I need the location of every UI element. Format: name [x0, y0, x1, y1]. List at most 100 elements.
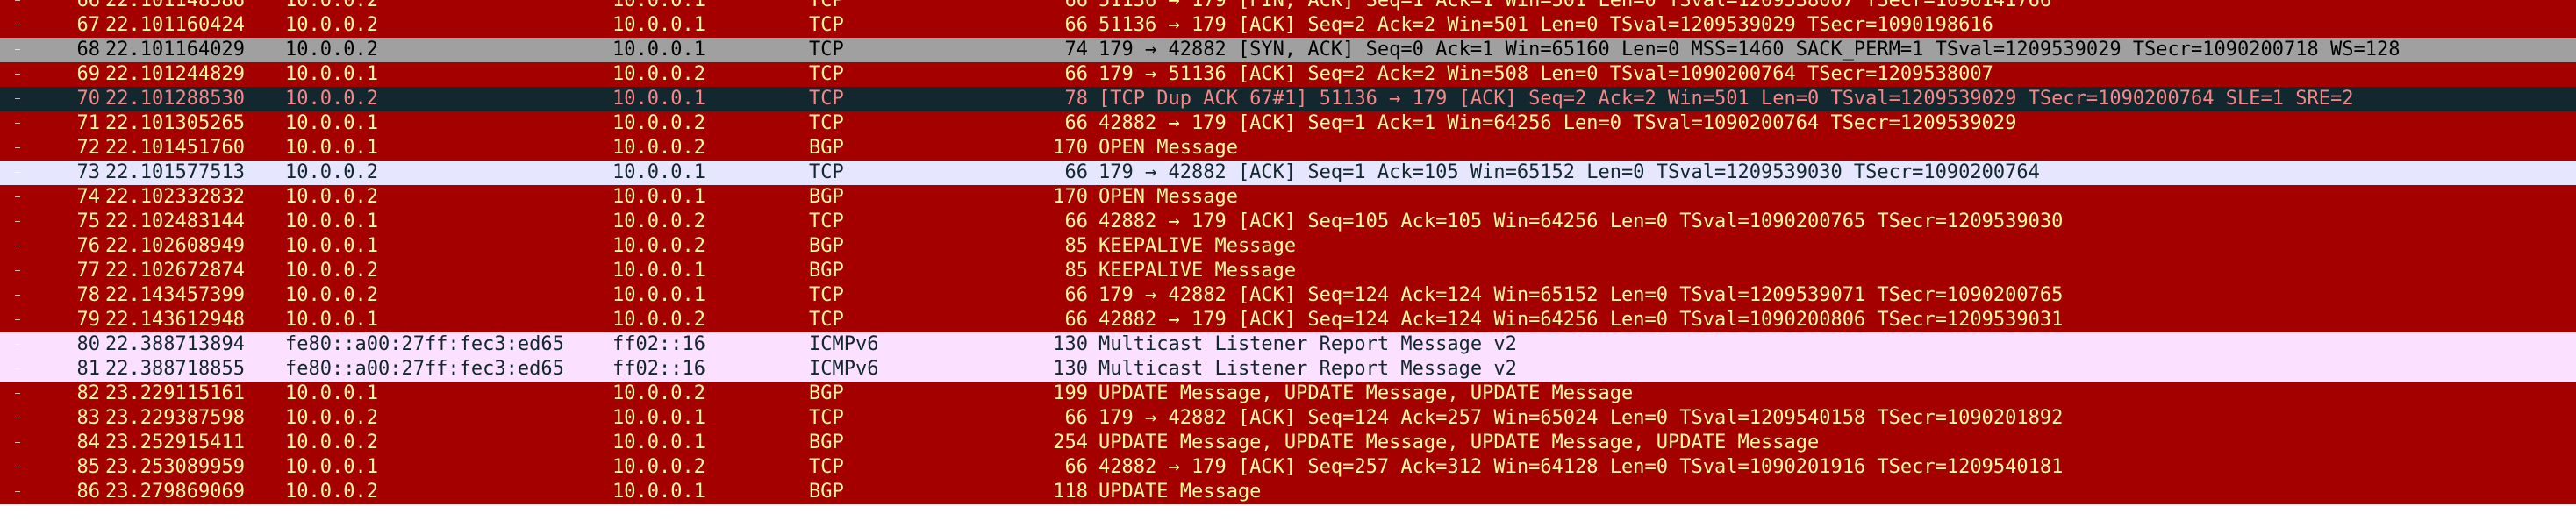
packet-length: 254 [1053, 432, 1088, 453]
packet-row[interactable]: 69 22.101244829 10.0.0.1 10.0.0.2 TCP 66 179 →… [0, 62, 2576, 87]
packet-length: 130 [1053, 358, 1088, 380]
packet-row[interactable]: 76 22.102608949 10.0.0.1 10.0.0.2 BGP 85 KEEPA… [0, 234, 2576, 259]
packet-protocol: BGP [809, 382, 844, 404]
packet-number: 72 [76, 137, 101, 159]
packet-destination: 10.0.0.1 [612, 407, 705, 429]
packet-info: OPEN Message [1098, 186, 1238, 208]
packet-time: 23.252915411 [105, 432, 245, 453]
packet-source: 10.0.0.2 [285, 481, 378, 503]
packet-row[interactable]: 68 22.101164029 10.0.0.2 10.0.0.1 TCP 74 179 →… [0, 38, 2576, 62]
packet-destination: 10.0.0.2 [612, 235, 705, 257]
packet-protocol: TCP [809, 112, 844, 134]
packet-info: 179 → 42882 [SYN, ACK] Seq=0 Ack=1 Win=6… [1098, 39, 2401, 61]
packet-source: 10.0.0.1 [285, 112, 378, 134]
packet-row[interactable]: 72 22.101451760 10.0.0.1 10.0.0.2 BGP 170 OPEN… [0, 136, 2576, 161]
packet-length: 170 [1053, 137, 1088, 159]
packet-row[interactable]: 82 23.229115161 10.0.0.1 10.0.0.2 BGP 199 UPDA… [0, 382, 2576, 406]
packet-row[interactable]: 80 22.388713894 fe80::a00:27ff:fec3:ed65 ff… [0, 332, 2576, 357]
packet-source: 10.0.0.2 [285, 14, 378, 36]
packet-row[interactable]: 79 22.143612948 10.0.0.1 10.0.0.2 TCP 66 42882… [0, 308, 2576, 332]
packet-number: 71 [76, 112, 101, 134]
packet-destination: 10.0.0.2 [612, 137, 705, 159]
packet-number: 80 [76, 333, 101, 355]
packet-row[interactable]: 81 22.388718855 fe80::a00:27ff:fec3:ed65 ff… [0, 357, 2576, 382]
packet-destination: 10.0.0.1 [612, 39, 705, 61]
packet-length: 66 [1064, 284, 1089, 306]
packet-source: 10.0.0.1 [285, 309, 378, 331]
packet-length: 66 [1064, 14, 1089, 36]
packet-protocol: BGP [809, 235, 844, 257]
packet-time: 22.388713894 [105, 333, 245, 355]
packet-info: KEEPALIVE Message [1098, 235, 1297, 257]
packet-time: 22.102672874 [105, 260, 245, 282]
packet-row[interactable]: 83 23.229387598 10.0.0.2 10.0.0.1 TCP 66 179 →… [0, 406, 2576, 431]
packet-row[interactable]: 70 22.101288530 10.0.0.2 10.0.0.1 TCP 78 [TCP … [0, 87, 2576, 111]
packet-protocol: TCP [809, 407, 844, 429]
packet-time: 22.102332832 [105, 186, 245, 208]
packet-row[interactable]: 66 22.101148586 10.0.0.2 10.0.0.1 TCP 66 51136… [0, 0, 2576, 13]
packet-info: 179 → 42882 [ACK] Seq=1 Ack=105 Win=6515… [1098, 161, 2040, 183]
packet-row[interactable]: 71 22.101305265 10.0.0.1 10.0.0.2 TCP 66 42882… [0, 111, 2576, 136]
packet-protocol: TCP [809, 309, 844, 331]
packet-number: 75 [76, 211, 101, 232]
packet-row[interactable]: 85 23.253089959 10.0.0.1 10.0.0.2 TCP 66 42882… [0, 455, 2576, 480]
packet-number: 73 [76, 161, 101, 183]
packet-number: 84 [76, 432, 101, 453]
packet-row[interactable]: 74 22.102332832 10.0.0.2 10.0.0.1 BGP 170 OPEN… [0, 185, 2576, 210]
packet-list[interactable]: 66 22.101148586 10.0.0.2 10.0.0.1 TCP 66 51136… [0, 0, 2576, 521]
packet-row[interactable]: 67 22.101160424 10.0.0.2 10.0.0.1 TCP 66 51136… [0, 13, 2576, 38]
packet-protocol: TCP [809, 88, 844, 110]
packet-number: 67 [76, 14, 101, 36]
packet-source: 10.0.0.2 [285, 407, 378, 429]
packet-time: 22.101164029 [105, 39, 245, 61]
packet-number: 77 [76, 260, 101, 282]
packet-protocol: ICMPv6 [809, 358, 879, 380]
packet-time: 22.101148586 [105, 0, 245, 11]
packet-source: 10.0.0.2 [285, 284, 378, 306]
packet-row[interactable]: 75 22.102483144 10.0.0.1 10.0.0.2 TCP 66 42882… [0, 210, 2576, 234]
packet-row[interactable]: 77 22.102672874 10.0.0.2 10.0.0.1 BGP 85 KEEPA… [0, 259, 2576, 283]
packet-destination: 10.0.0.1 [612, 88, 705, 110]
packet-length: 66 [1064, 211, 1089, 232]
packet-source: 10.0.0.2 [285, 0, 378, 11]
packet-info: 42882 → 179 [ACK] Seq=105 Ack=105 Win=64… [1098, 211, 2064, 232]
packet-info: Multicast Listener Report Message v2 [1098, 333, 1517, 355]
packet-destination: 10.0.0.2 [612, 309, 705, 331]
packet-time: 22.101288530 [105, 88, 245, 110]
packet-number: 83 [76, 407, 101, 429]
packet-number: 70 [76, 88, 101, 110]
packet-number: 68 [76, 39, 101, 61]
packet-row[interactable]: 73 22.101577513 10.0.0.2 10.0.0.1 TCP 66 179 →… [0, 161, 2576, 185]
packet-protocol: BGP [809, 481, 844, 503]
packet-source: 10.0.0.1 [285, 63, 378, 85]
packet-number: 82 [76, 382, 101, 404]
packet-source: 10.0.0.2 [285, 39, 378, 61]
packet-destination: 10.0.0.1 [612, 284, 705, 306]
packet-protocol: TCP [809, 284, 844, 306]
packet-length: 66 [1064, 0, 1089, 11]
packet-number: 74 [76, 186, 101, 208]
packet-row[interactable]: 86 23.279869069 10.0.0.2 10.0.0.1 BGP 118 UPDA… [0, 480, 2576, 504]
packet-destination: 10.0.0.1 [612, 0, 705, 11]
packet-destination: 10.0.0.2 [612, 456, 705, 478]
packet-protocol: BGP [809, 137, 844, 159]
packet-time: 23.279869069 [105, 481, 245, 503]
packet-destination: 10.0.0.2 [612, 211, 705, 232]
packet-time: 22.101160424 [105, 14, 245, 36]
packet-time: 22.101577513 [105, 161, 245, 183]
packet-destination: 10.0.0.2 [612, 112, 705, 134]
packet-protocol: BGP [809, 260, 844, 282]
packet-number: 85 [76, 456, 101, 478]
packet-row[interactable]: 84 23.252915411 10.0.0.2 10.0.0.1 BGP 254 UPDA… [0, 431, 2576, 455]
packet-length: 66 [1064, 112, 1089, 134]
packet-length: 74 [1064, 39, 1089, 61]
packet-destination: 10.0.0.1 [612, 432, 705, 453]
packet-length: 66 [1064, 161, 1089, 183]
packet-source: fe80::a00:27ff:fec3:ed65 [285, 358, 564, 380]
packet-destination: 10.0.0.1 [612, 161, 705, 183]
packet-row[interactable]: 78 22.143457399 10.0.0.2 10.0.0.1 TCP 66 179 →… [0, 283, 2576, 308]
packet-source: 10.0.0.2 [285, 432, 378, 453]
packet-length: 78 [1064, 88, 1089, 110]
packet-length: 199 [1053, 382, 1088, 404]
packet-info: Multicast Listener Report Message v2 [1098, 358, 1517, 380]
